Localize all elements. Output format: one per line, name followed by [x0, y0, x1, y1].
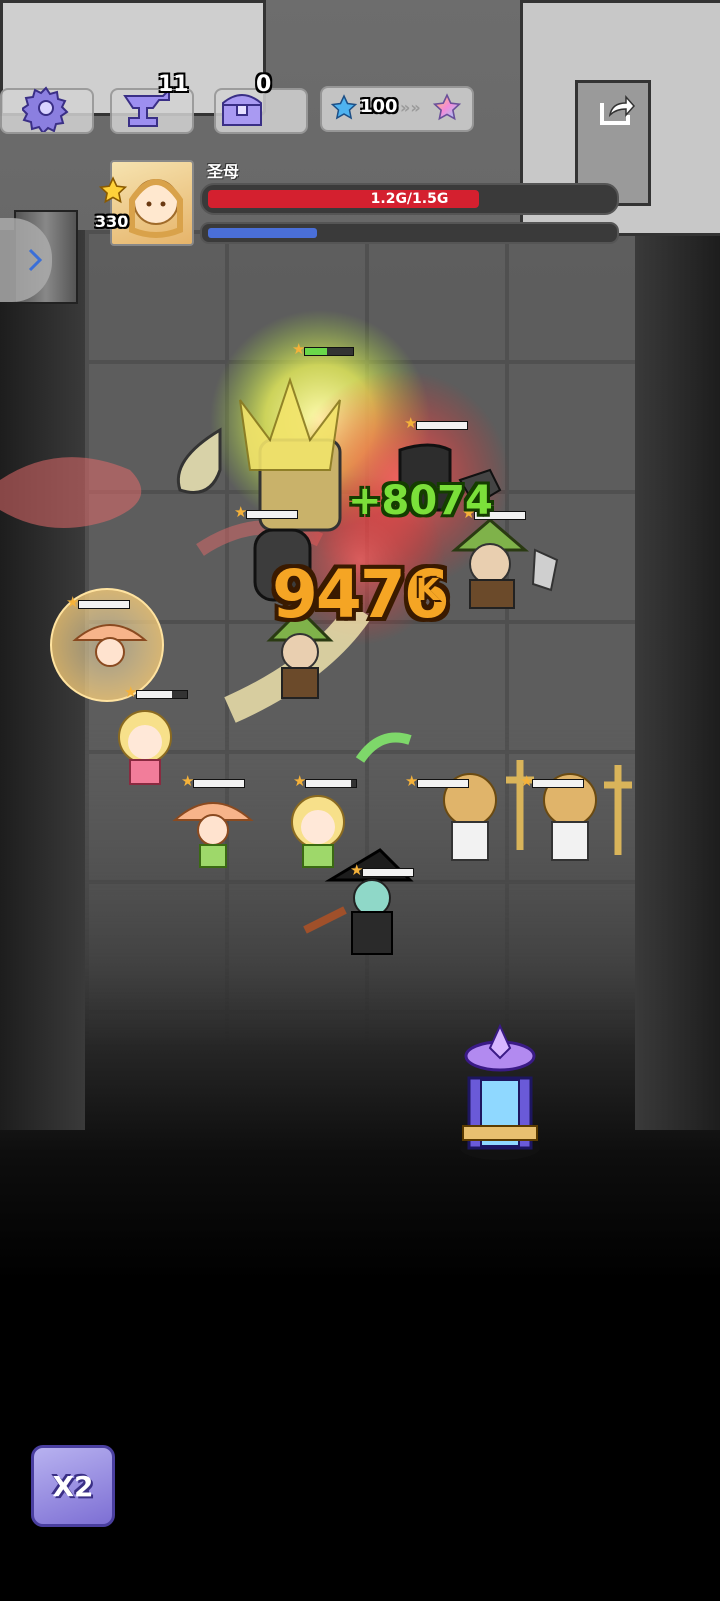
ally-mushroom-girl-star-icon: ★ — [181, 772, 195, 790]
ally-blonde-girl-2-hp-bar — [305, 779, 357, 788]
star-count: 100 — [360, 96, 398, 117]
gear-icon — [22, 86, 69, 132]
ally-blonde-girl — [118, 710, 172, 785]
boss-hp-bar: 1.2G/1.5G — [200, 183, 619, 215]
ally-priest-left-hp-bar — [417, 779, 469, 788]
summon-tower[interactable] — [455, 1018, 545, 1168]
progress-arrows: »» — [400, 98, 421, 117]
ally-priest-right-star-icon: ★ — [520, 772, 534, 790]
ally-mushroom-girl-hp-fill — [194, 780, 244, 787]
boss-hp-text: 1.2G/1.5G — [370, 191, 449, 207]
forge-count: 11 — [158, 72, 189, 97]
ally-witch-hp-bar — [362, 868, 414, 877]
ally-blonde-girl-2-hp-fill — [306, 780, 351, 787]
enemy-dark-armor-hp-fill — [417, 422, 467, 429]
ally-mushroom-bubble-hp-fill — [79, 601, 129, 608]
enemy-goblin-left-hp-fill — [247, 511, 297, 518]
boss-name: 圣母 — [207, 162, 240, 181]
ally-mushroom-girl-hp-bar — [193, 779, 245, 788]
ally-mushroom-bubble-star-icon: ★ — [66, 593, 80, 611]
boss-energy-bar — [200, 222, 619, 244]
ally-priest-left-star-icon: ★ — [405, 772, 419, 790]
boss-knight-hp-bar — [304, 347, 354, 356]
chest-count: 0 — [256, 72, 272, 97]
settings-button[interactable] — [20, 82, 72, 134]
chevron-right-icon — [28, 248, 43, 272]
boss-energy-fill — [208, 228, 317, 238]
ally-priest-left-hp-fill — [418, 780, 468, 787]
damage-suffix: K — [416, 573, 440, 608]
ally-priest-right-hp-fill — [533, 780, 583, 787]
ally-witch-hp-fill — [363, 869, 413, 876]
ally-blonde-girl-hp-bar — [136, 690, 188, 699]
boss-knight — [176, 376, 342, 532]
ally-mushroom-bubble — [72, 624, 148, 667]
rainbow-star-icon — [432, 93, 462, 121]
ally-mushroom-girl — [172, 802, 254, 868]
ally-blonde-girl-star-icon: ★ — [124, 683, 138, 701]
enemy-goblin-left-star-icon: ★ — [234, 503, 248, 521]
blue-star-icon — [330, 94, 358, 120]
share-icon — [600, 95, 636, 125]
enemy-goblin-left-hp-bar — [246, 510, 298, 519]
boss-knight-hp-fill — [305, 348, 327, 355]
boss-star-icon — [98, 176, 128, 204]
enemy-dark-armor-star-icon: ★ — [404, 414, 418, 432]
heal-number: +8074 — [348, 478, 493, 524]
ally-blonde-girl-2 — [291, 732, 412, 868]
characters — [72, 376, 632, 955]
game-stage: 11 0 100 »» 330 圣母 1.2G/1.5G ★ ★ ★ ★ ★ ★… — [0, 0, 720, 1601]
share-button[interactable] — [593, 88, 639, 132]
boss-level: 330 — [95, 212, 129, 231]
ally-priest-right-hp-bar — [532, 779, 584, 788]
speed-x2-button[interactable]: X2 — [31, 1445, 115, 1527]
boss-knight-star-icon: ★ — [292, 340, 306, 358]
ally-witch-star-icon: ★ — [350, 861, 364, 879]
enemy-dark-armor-hp-bar — [416, 421, 468, 430]
ally-mushroom-bubble-hp-bar — [78, 600, 130, 609]
ally-blonde-girl-hp-fill — [137, 691, 172, 698]
enemy-goblin-right — [450, 518, 559, 609]
ally-blonde-girl-2-star-icon: ★ — [293, 772, 307, 790]
